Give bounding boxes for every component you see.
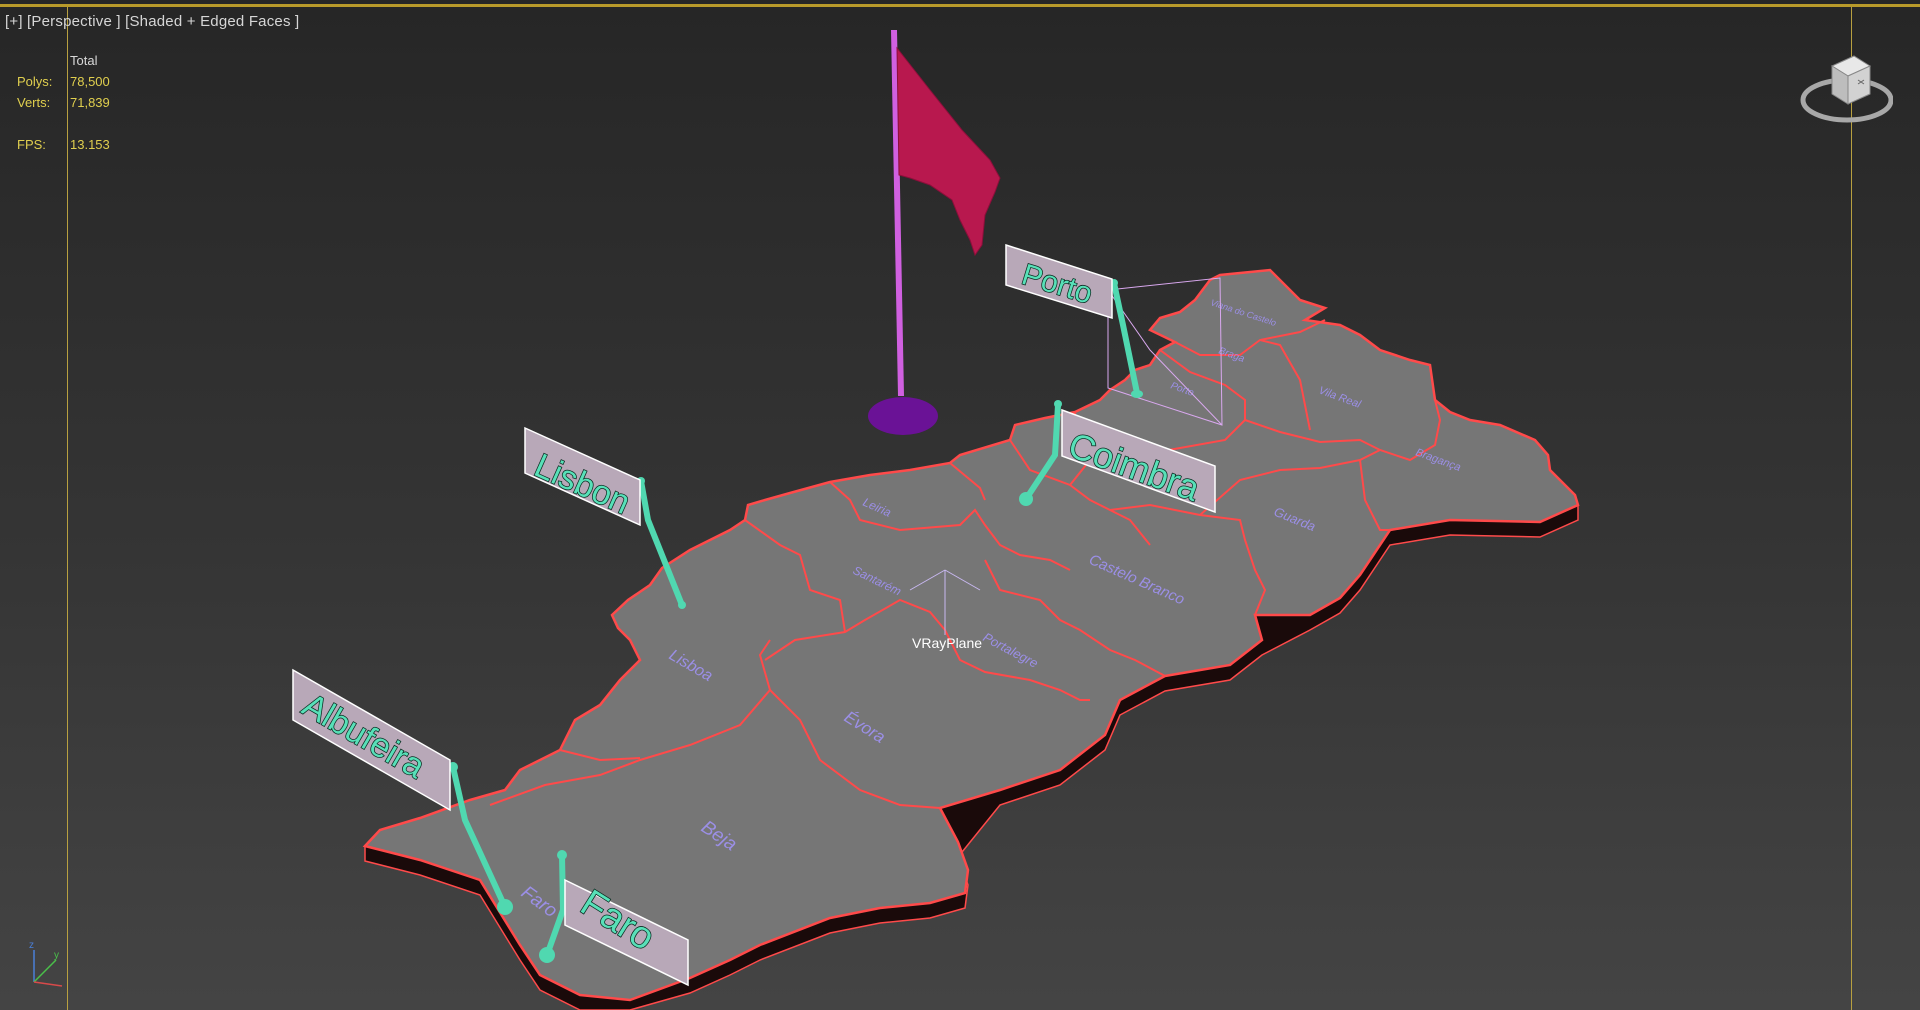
sign-pole xyxy=(1111,280,1140,396)
svg-text:y: y xyxy=(54,950,59,961)
flag-object[interactable] xyxy=(868,29,1001,435)
city-sign-porto[interactable]: Porto xyxy=(1005,243,1143,398)
flag-cloth xyxy=(896,46,1001,257)
sign-label: Albufeira xyxy=(296,686,431,786)
viewcube-icon[interactable] xyxy=(1798,46,1893,131)
axis-tripod-icon: z y xyxy=(29,940,63,987)
flag-base xyxy=(868,397,938,435)
vrayplane-label: VRayPlane xyxy=(912,635,982,651)
scene-render[interactable]: Viana do Castelo Braga Vila Real Braganç… xyxy=(0,0,1920,1010)
svg-text:z: z xyxy=(29,940,34,951)
